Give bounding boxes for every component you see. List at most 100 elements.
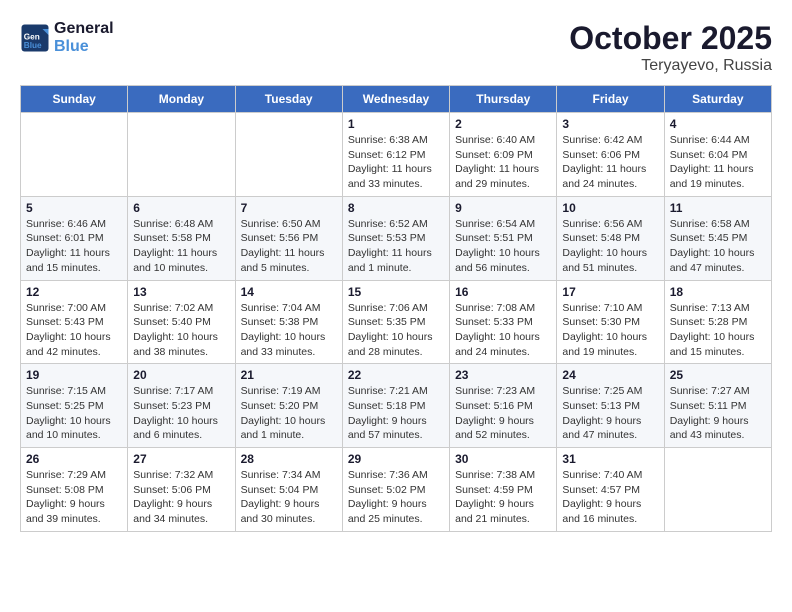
weekday-header-thursday: Thursday <box>450 86 557 113</box>
weekday-header-row: SundayMondayTuesdayWednesdayThursdayFrid… <box>21 86 772 113</box>
calendar-cell: 24 Sunrise: 7:25 AM Sunset: 5:13 PM Dayli… <box>557 364 664 448</box>
calendar-cell: 22 Sunrise: 7:21 AM Sunset: 5:18 PM Dayli… <box>342 364 449 448</box>
day-info: Sunrise: 6:58 AM Sunset: 5:45 PM Dayligh… <box>670 217 766 276</box>
calendar-cell <box>21 113 128 197</box>
logo: Gen Blue General Blue <box>20 20 114 56</box>
day-number: 22 <box>348 368 444 382</box>
title-area: October 2025 Teryayevo, Russia <box>569 20 772 75</box>
day-number: 3 <box>562 117 658 131</box>
weekday-header-saturday: Saturday <box>664 86 771 113</box>
day-number: 28 <box>241 452 337 466</box>
calendar-cell: 17 Sunrise: 7:10 AM Sunset: 5:30 PM Dayli… <box>557 280 664 364</box>
day-number: 5 <box>26 201 122 215</box>
day-number: 6 <box>133 201 229 215</box>
day-number: 15 <box>348 285 444 299</box>
calendar-cell: 1 Sunrise: 6:38 AM Sunset: 6:12 PM Daylig… <box>342 113 449 197</box>
day-number: 30 <box>455 452 551 466</box>
day-info: Sunrise: 7:36 AM Sunset: 5:02 PM Dayligh… <box>348 468 444 527</box>
logo-text: General Blue <box>54 20 114 56</box>
day-number: 1 <box>348 117 444 131</box>
day-info: Sunrise: 6:42 AM Sunset: 6:06 PM Dayligh… <box>562 133 658 192</box>
calendar-cell: 13 Sunrise: 7:02 AM Sunset: 5:40 PM Dayli… <box>128 280 235 364</box>
calendar-cell: 27 Sunrise: 7:32 AM Sunset: 5:06 PM Dayli… <box>128 448 235 532</box>
day-info: Sunrise: 7:13 AM Sunset: 5:28 PM Dayligh… <box>670 301 766 360</box>
day-number: 24 <box>562 368 658 382</box>
calendar-cell: 7 Sunrise: 6:50 AM Sunset: 5:56 PM Daylig… <box>235 196 342 280</box>
day-number: 16 <box>455 285 551 299</box>
calendar-cell: 26 Sunrise: 7:29 AM Sunset: 5:08 PM Dayli… <box>21 448 128 532</box>
day-info: Sunrise: 6:38 AM Sunset: 6:12 PM Dayligh… <box>348 133 444 192</box>
week-row-4: 19 Sunrise: 7:15 AM Sunset: 5:25 PM Dayli… <box>21 364 772 448</box>
day-number: 27 <box>133 452 229 466</box>
calendar-cell: 10Sunrise: 6:56 AM Sunset: 5:48 PM Dayli… <box>557 196 664 280</box>
svg-text:Blue: Blue <box>24 41 42 50</box>
day-info: Sunrise: 7:21 AM Sunset: 5:18 PM Dayligh… <box>348 384 444 443</box>
calendar-cell <box>664 448 771 532</box>
calendar-cell: 18Sunrise: 7:13 AM Sunset: 5:28 PM Dayli… <box>664 280 771 364</box>
week-row-5: 26 Sunrise: 7:29 AM Sunset: 5:08 PM Dayli… <box>21 448 772 532</box>
calendar-cell: 11 Sunrise: 6:58 AM Sunset: 5:45 PM Dayli… <box>664 196 771 280</box>
day-number: 4 <box>670 117 766 131</box>
weekday-header-friday: Friday <box>557 86 664 113</box>
day-number: 26 <box>26 452 122 466</box>
logo-icon: Gen Blue <box>20 23 50 53</box>
day-number: 2 <box>455 117 551 131</box>
day-info: Sunrise: 6:46 AM Sunset: 6:01 PM Dayligh… <box>26 217 122 276</box>
day-info: Sunrise: 6:44 AM Sunset: 6:04 PM Dayligh… <box>670 133 766 192</box>
calendar-cell <box>128 113 235 197</box>
calendar-cell: 6Sunrise: 6:48 AM Sunset: 5:58 PM Daylig… <box>128 196 235 280</box>
day-info: Sunrise: 7:02 AM Sunset: 5:40 PM Dayligh… <box>133 301 229 360</box>
day-info: Sunrise: 7:04 AM Sunset: 5:38 PM Dayligh… <box>241 301 337 360</box>
day-number: 31 <box>562 452 658 466</box>
day-info: Sunrise: 7:06 AM Sunset: 5:35 PM Dayligh… <box>348 301 444 360</box>
calendar-cell: 2 Sunrise: 6:40 AM Sunset: 6:09 PM Daylig… <box>450 113 557 197</box>
day-info: Sunrise: 7:00 AM Sunset: 5:43 PM Dayligh… <box>26 301 122 360</box>
day-info: Sunrise: 7:25 AM Sunset: 5:13 PM Dayligh… <box>562 384 658 443</box>
day-number: 19 <box>26 368 122 382</box>
day-info: Sunrise: 7:40 AM Sunset: 4:57 PM Dayligh… <box>562 468 658 527</box>
day-number: 13 <box>133 285 229 299</box>
day-info: Sunrise: 7:08 AM Sunset: 5:33 PM Dayligh… <box>455 301 551 360</box>
day-info: Sunrise: 7:10 AM Sunset: 5:30 PM Dayligh… <box>562 301 658 360</box>
day-number: 11 <box>670 201 766 215</box>
day-info: Sunrise: 6:40 AM Sunset: 6:09 PM Dayligh… <box>455 133 551 192</box>
day-number: 12 <box>26 285 122 299</box>
day-number: 17 <box>562 285 658 299</box>
calendar-cell: 15 Sunrise: 7:06 AM Sunset: 5:35 PM Dayli… <box>342 280 449 364</box>
month-title: October 2025 <box>569 20 772 57</box>
calendar-cell: 23Sunrise: 7:23 AM Sunset: 5:16 PM Dayli… <box>450 364 557 448</box>
calendar-cell: 28 Sunrise: 7:34 AM Sunset: 5:04 PM Dayli… <box>235 448 342 532</box>
calendar-cell: 30 Sunrise: 7:38 AM Sunset: 4:59 PM Dayli… <box>450 448 557 532</box>
day-info: Sunrise: 6:56 AM Sunset: 5:48 PM Dayligh… <box>562 217 658 276</box>
day-number: 21 <box>241 368 337 382</box>
day-info: Sunrise: 7:15 AM Sunset: 5:25 PM Dayligh… <box>26 384 122 443</box>
calendar-cell: 16 Sunrise: 7:08 AM Sunset: 5:33 PM Dayli… <box>450 280 557 364</box>
calendar-cell: 8 Sunrise: 6:52 AM Sunset: 5:53 PM Daylig… <box>342 196 449 280</box>
weekday-header-tuesday: Tuesday <box>235 86 342 113</box>
day-info: Sunrise: 6:52 AM Sunset: 5:53 PM Dayligh… <box>348 217 444 276</box>
day-number: 7 <box>241 201 337 215</box>
weekday-header-monday: Monday <box>128 86 235 113</box>
calendar-cell <box>235 113 342 197</box>
weekday-header-wednesday: Wednesday <box>342 86 449 113</box>
day-number: 9 <box>455 201 551 215</box>
calendar-cell: 31 Sunrise: 7:40 AM Sunset: 4:57 PM Dayli… <box>557 448 664 532</box>
day-number: 25 <box>670 368 766 382</box>
calendar-cell: 20Sunrise: 7:17 AM Sunset: 5:23 PM Dayli… <box>128 364 235 448</box>
week-row-1: 1 Sunrise: 6:38 AM Sunset: 6:12 PM Daylig… <box>21 113 772 197</box>
calendar-cell: 19 Sunrise: 7:15 AM Sunset: 5:25 PM Dayli… <box>21 364 128 448</box>
day-info: Sunrise: 7:38 AM Sunset: 4:59 PM Dayligh… <box>455 468 551 527</box>
location-title: Teryayevo, Russia <box>569 57 772 75</box>
day-info: Sunrise: 7:34 AM Sunset: 5:04 PM Dayligh… <box>241 468 337 527</box>
weekday-header-sunday: Sunday <box>21 86 128 113</box>
calendar-cell: 29 Sunrise: 7:36 AM Sunset: 5:02 PM Dayli… <box>342 448 449 532</box>
calendar-cell: 9Sunrise: 6:54 AM Sunset: 5:51 PM Daylig… <box>450 196 557 280</box>
day-info: Sunrise: 6:50 AM Sunset: 5:56 PM Dayligh… <box>241 217 337 276</box>
day-info: Sunrise: 7:32 AM Sunset: 5:06 PM Dayligh… <box>133 468 229 527</box>
calendar-cell: 21Sunrise: 7:19 AM Sunset: 5:20 PM Dayli… <box>235 364 342 448</box>
day-info: Sunrise: 7:29 AM Sunset: 5:08 PM Dayligh… <box>26 468 122 527</box>
day-number: 8 <box>348 201 444 215</box>
day-number: 29 <box>348 452 444 466</box>
week-row-2: 5 Sunrise: 6:46 AM Sunset: 6:01 PM Daylig… <box>21 196 772 280</box>
calendar-cell: 12 Sunrise: 7:00 AM Sunset: 5:43 PM Dayli… <box>21 280 128 364</box>
